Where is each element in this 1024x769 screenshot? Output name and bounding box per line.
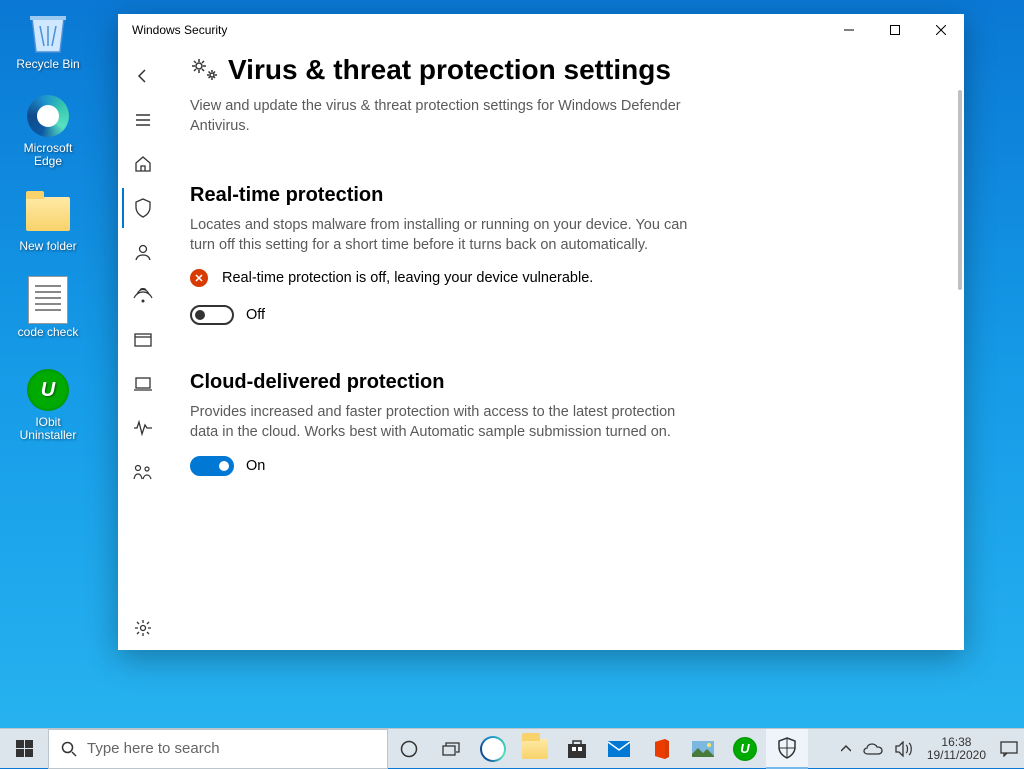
nav-app-browser[interactable] xyxy=(122,320,162,360)
taskbar: Type here to search U 16:38 19/11/2020 xyxy=(0,728,1024,768)
hamburger-button[interactable] xyxy=(122,100,162,140)
windows-security-window: Windows Security xyxy=(118,14,964,650)
close-button[interactable] xyxy=(918,14,964,46)
taskbar-app-store[interactable] xyxy=(556,729,598,769)
toggle-rtp-label: Off xyxy=(246,307,265,323)
desktop-icon-recycle-bin[interactable]: Recycle Bin xyxy=(10,8,86,71)
desktop-icon-new-folder[interactable]: New folder xyxy=(10,190,86,253)
nav-device-security[interactable] xyxy=(122,364,162,404)
search-placeholder: Type here to search xyxy=(87,740,220,757)
minimize-button[interactable] xyxy=(826,14,872,46)
nav-family-options[interactable] xyxy=(122,452,162,492)
cortana-button[interactable] xyxy=(388,729,430,769)
settings-gears-icon xyxy=(190,57,220,83)
section-desc-cloud: Provides increased and faster protection… xyxy=(190,402,690,442)
tray-volume[interactable] xyxy=(889,729,919,769)
taskbar-app-mail[interactable] xyxy=(598,729,640,769)
recycle-bin-icon xyxy=(24,8,72,56)
desktop-icon-label: IObit Uninstaller xyxy=(10,416,86,442)
taskbar-app-photos[interactable] xyxy=(682,729,724,769)
tray-overflow[interactable] xyxy=(835,729,857,769)
nav-account-protection[interactable] xyxy=(122,232,162,272)
content-area: Virus & threat protection settings View … xyxy=(166,46,964,650)
clock-date: 19/11/2020 xyxy=(927,749,986,762)
iobit-icon: U xyxy=(24,366,72,414)
maximize-button[interactable] xyxy=(872,14,918,46)
tray-notifications[interactable] xyxy=(994,729,1024,769)
start-button[interactable] xyxy=(0,729,48,769)
desktop-icon-iobit[interactable]: U IObit Uninstaller xyxy=(10,366,86,442)
taskbar-app-office[interactable] xyxy=(640,729,682,769)
back-button[interactable] xyxy=(122,56,162,96)
page-title: Virus & threat protection settings xyxy=(190,54,924,86)
section-heading-rtp: Real-time protection xyxy=(190,184,924,207)
desktop-icon-edge[interactable]: Microsoft Edge xyxy=(10,92,86,168)
taskbar-app-security[interactable] xyxy=(766,729,808,769)
desktop-icon-label: code check xyxy=(18,326,79,339)
page-subtitle: View and update the virus & threat prote… xyxy=(190,96,690,136)
text-file-icon xyxy=(24,276,72,324)
toggle-cloud-label: On xyxy=(246,458,265,474)
desktop-icon-label: Recycle Bin xyxy=(16,58,79,71)
system-tray: 16:38 19/11/2020 xyxy=(835,729,1024,769)
search-box[interactable]: Type here to search xyxy=(48,729,388,769)
tray-onedrive[interactable] xyxy=(857,729,889,769)
warning-rtp: ✕ Real-time protection is off, leaving y… xyxy=(190,269,924,287)
window-title: Windows Security xyxy=(132,23,227,37)
task-view-button[interactable] xyxy=(430,729,472,769)
scrollbar[interactable] xyxy=(958,90,962,290)
section-heading-cloud: Cloud-delivered protection xyxy=(190,371,924,394)
warning-text: Real-time protection is off, leaving you… xyxy=(222,270,593,286)
search-icon xyxy=(61,741,77,757)
taskbar-app-iobit[interactable]: U xyxy=(724,729,766,769)
toggle-rtp[interactable] xyxy=(190,305,234,325)
titlebar[interactable]: Windows Security xyxy=(118,14,964,46)
desktop: Recycle Bin Microsoft Edge New folder co… xyxy=(0,0,1024,768)
nav-home[interactable] xyxy=(122,144,162,184)
desktop-icon-label: Microsoft Edge xyxy=(10,142,86,168)
nav-virus-protection[interactable] xyxy=(122,188,162,228)
nav-rail xyxy=(118,46,166,650)
taskbar-app-explorer[interactable] xyxy=(514,729,556,769)
taskbar-app-edge[interactable] xyxy=(472,729,514,769)
nav-settings[interactable] xyxy=(122,608,162,648)
section-desc-rtp: Locates and stops malware from installin… xyxy=(190,215,690,255)
desktop-icon-code-check[interactable]: code check xyxy=(10,276,86,339)
desktop-icon-label: New folder xyxy=(19,240,76,253)
folder-icon xyxy=(24,190,72,238)
edge-icon xyxy=(24,92,72,140)
nav-firewall[interactable] xyxy=(122,276,162,316)
clock-time: 16:38 xyxy=(941,736,971,749)
nav-device-performance[interactable] xyxy=(122,408,162,448)
toggle-cloud[interactable] xyxy=(190,456,234,476)
tray-clock[interactable]: 16:38 19/11/2020 xyxy=(919,729,994,769)
error-icon: ✕ xyxy=(190,269,208,287)
